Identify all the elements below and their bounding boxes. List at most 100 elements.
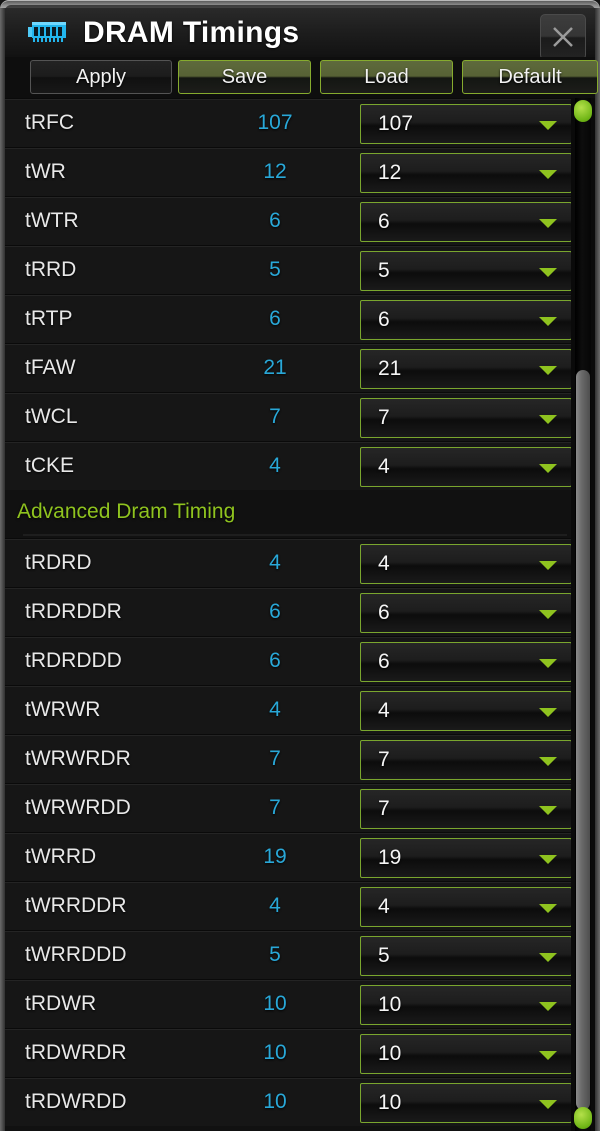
timing-name: tWTR: [25, 209, 79, 232]
chevron-down-icon[interactable]: [539, 268, 557, 277]
timing-value-dropdown[interactable]: 10: [360, 1034, 572, 1074]
chevron-down-icon[interactable]: [539, 708, 557, 717]
chevron-down-icon[interactable]: [539, 464, 557, 473]
timing-value-dropdown[interactable]: 4: [360, 447, 572, 487]
apply-button[interactable]: Apply: [30, 60, 172, 94]
section-header-label: Advanced Dram Timing: [17, 500, 236, 523]
timing-selected-value: 7: [378, 797, 390, 820]
save-button[interactable]: Save: [178, 60, 311, 94]
timing-value-dropdown[interactable]: 7: [360, 789, 572, 829]
section-divider: [23, 534, 567, 536]
timing-selected-value: 6: [378, 650, 390, 673]
timing-current-value: 19: [263, 845, 287, 868]
timing-row: tRRD 5 5: [5, 245, 575, 294]
timing-row: tWTR 6 6: [5, 196, 575, 245]
timing-current-value: 6: [269, 209, 281, 232]
timing-value-dropdown[interactable]: 10: [360, 1083, 572, 1123]
timing-row: tRDRDDD 6 6: [5, 636, 575, 685]
timing-selected-value: 10: [378, 1042, 402, 1065]
chevron-down-icon[interactable]: [539, 121, 557, 130]
timing-current-value: 107: [257, 111, 293, 134]
timing-current-value: 4: [269, 454, 281, 477]
timing-value-dropdown[interactable]: 4: [360, 544, 572, 584]
timing-current-value: 10: [263, 1041, 287, 1064]
chevron-down-icon[interactable]: [539, 757, 557, 766]
timing-selected-value: 6: [378, 308, 390, 331]
dram-module-icon: [23, 17, 75, 49]
chevron-down-icon[interactable]: [539, 219, 557, 228]
scrollbar-thumb[interactable]: [576, 370, 590, 1110]
chevron-down-icon[interactable]: [539, 317, 557, 326]
chevron-down-icon[interactable]: [539, 953, 557, 962]
titlebar: DRAM Timings: [5, 8, 595, 60]
timing-current-value: 10: [263, 992, 287, 1015]
timing-name: tRDWR: [25, 992, 97, 1015]
timing-selected-value: 5: [378, 944, 390, 967]
timing-current-value: 4: [269, 894, 281, 917]
timing-selected-value: 7: [378, 748, 390, 771]
timing-selected-value: 4: [378, 455, 390, 478]
timing-value-dropdown[interactable]: 107: [360, 104, 572, 144]
chevron-down-icon[interactable]: [539, 366, 557, 375]
timing-selected-value: 4: [378, 699, 390, 722]
timing-row: tFAW 21 21: [5, 343, 575, 392]
timing-current-value: 6: [269, 307, 281, 330]
timing-name: tRTP: [25, 307, 73, 330]
timing-selected-value: 21: [378, 357, 402, 380]
timing-value-dropdown[interactable]: 21: [360, 349, 572, 389]
chevron-down-icon[interactable]: [539, 904, 557, 913]
timing-row: tRDWRDD 10 10: [5, 1077, 575, 1126]
chevron-down-icon[interactable]: [539, 170, 557, 179]
scroll-down-button[interactable]: [574, 1107, 592, 1129]
timing-row: tWRRDDR 4 4: [5, 881, 575, 930]
chevron-down-icon[interactable]: [539, 610, 557, 619]
vertical-scrollbar[interactable]: [571, 98, 595, 1131]
chevron-down-icon[interactable]: [539, 1100, 557, 1109]
timing-selected-value: 4: [378, 552, 390, 575]
timing-value-dropdown[interactable]: 4: [360, 887, 572, 927]
chevron-down-icon[interactable]: [539, 1051, 557, 1060]
timing-value-dropdown[interactable]: 7: [360, 740, 572, 780]
close-button[interactable]: [540, 14, 586, 60]
timing-row: tWR 12 12: [5, 147, 575, 196]
chevron-down-icon[interactable]: [539, 806, 557, 815]
timing-value-dropdown[interactable]: 5: [360, 251, 572, 291]
timing-name: tWRWRDR: [25, 747, 131, 770]
timing-name: tWRRD: [25, 845, 97, 868]
timing-value-dropdown[interactable]: 19: [360, 838, 572, 878]
timing-value-dropdown[interactable]: 10: [360, 985, 572, 1025]
timing-name: tRDWRDR: [25, 1041, 127, 1064]
chevron-down-icon[interactable]: [539, 415, 557, 424]
timing-value-dropdown[interactable]: 4: [360, 691, 572, 731]
close-icon: [553, 27, 573, 47]
timing-selected-value: 19: [378, 846, 402, 869]
timing-value-dropdown[interactable]: 12: [360, 153, 572, 193]
scroll-up-button[interactable]: [574, 100, 592, 122]
timing-value-dropdown[interactable]: 5: [360, 936, 572, 976]
window-frame-right: [595, 8, 600, 1131]
section-header: Advanced Dram Timing: [5, 490, 575, 538]
default-button[interactable]: Default: [462, 60, 598, 94]
timing-current-value: 5: [269, 258, 281, 281]
chevron-down-icon[interactable]: [539, 659, 557, 668]
chevron-down-icon[interactable]: [539, 855, 557, 864]
timings-list: tRFC 107 107 tWR 12 12 tWTR 6 6 tRRD 5 5 tRTP 6 6 tFAW 2…: [5, 98, 575, 1131]
timing-value-dropdown[interactable]: 6: [360, 300, 572, 340]
timing-row: tCKE 4 4: [5, 441, 575, 490]
timing-selected-value: 7: [378, 406, 390, 429]
load-button[interactable]: Load: [320, 60, 453, 94]
timing-current-value: 7: [269, 747, 281, 770]
timing-row: tWRRD 19 19: [5, 832, 575, 881]
dram-timings-window: DRAM Timings Apply Save Load Default tRF…: [0, 0, 600, 1131]
timing-selected-value: 6: [378, 601, 390, 624]
timing-selected-value: 10: [378, 1091, 402, 1114]
timing-value-dropdown[interactable]: 6: [360, 202, 572, 242]
timing-row: tRDRDDR 6 6: [5, 587, 575, 636]
chevron-down-icon[interactable]: [539, 1002, 557, 1011]
timing-current-value: 6: [269, 600, 281, 623]
chevron-down-icon[interactable]: [539, 561, 557, 570]
timing-value-dropdown[interactable]: 6: [360, 642, 572, 682]
timing-value-dropdown[interactable]: 6: [360, 593, 572, 633]
timing-row: tWRWR 4 4: [5, 685, 575, 734]
timing-value-dropdown[interactable]: 7: [360, 398, 572, 438]
